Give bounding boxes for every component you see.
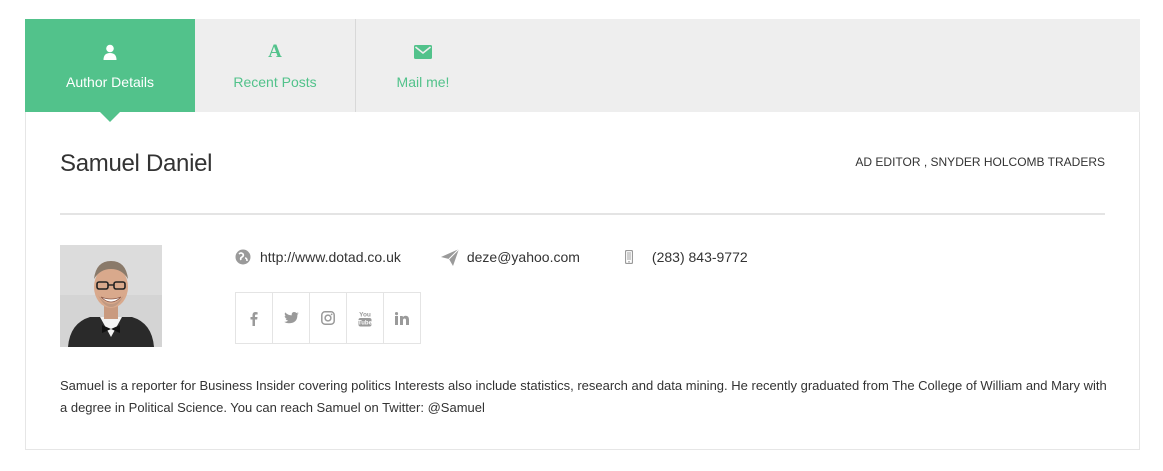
- tab-bar: Author Details A Recent Posts Mail me!: [25, 19, 1140, 122]
- mobile-phone-icon: [620, 248, 638, 266]
- tab-label: Mail me!: [396, 74, 450, 90]
- social-links: You Tube: [235, 292, 421, 344]
- phone-item: (283) 843-9772: [620, 248, 748, 266]
- globe-icon: [234, 248, 252, 266]
- svg-text:Tube: Tube: [358, 320, 372, 326]
- svg-text:You: You: [359, 311, 371, 318]
- tab-label: Recent Posts: [233, 74, 317, 90]
- tab-author-details[interactable]: Author Details: [25, 19, 195, 122]
- tab-recent-posts[interactable]: A Recent Posts: [195, 19, 355, 112]
- website-item: http://www.dotad.co.uk: [234, 248, 401, 266]
- email-item: deze@yahoo.com: [440, 248, 580, 266]
- divider: [60, 213, 1105, 215]
- author-bio: Samuel is a reporter for Business Inside…: [60, 378, 1107, 415]
- website-link[interactable]: http://www.dotad.co.uk: [260, 249, 401, 265]
- instagram-icon[interactable]: [310, 293, 347, 343]
- paper-plane-icon: [440, 248, 459, 266]
- avatar: [60, 245, 162, 347]
- tab-label: Author Details: [66, 74, 154, 90]
- email-link[interactable]: deze@yahoo.com: [467, 249, 580, 265]
- phone-number: (283) 843-9772: [651, 249, 748, 265]
- envelope-icon: [414, 42, 432, 62]
- tab-mail-me[interactable]: Mail me!: [356, 19, 490, 112]
- facebook-icon[interactable]: [236, 293, 273, 343]
- author-role: AD EDITOR , SNYDER HOLCOMB TRADERS: [855, 155, 1105, 169]
- linkedin-icon[interactable]: [384, 293, 420, 343]
- twitter-icon[interactable]: [273, 293, 310, 343]
- author-name: Samuel Daniel: [60, 150, 213, 177]
- contact-row: http://www.dotad.co.uk deze@yahoo.com (2…: [234, 247, 788, 267]
- user-icon: [103, 42, 117, 62]
- letter-a-icon: A: [268, 41, 282, 62]
- youtube-icon[interactable]: You Tube: [347, 293, 384, 343]
